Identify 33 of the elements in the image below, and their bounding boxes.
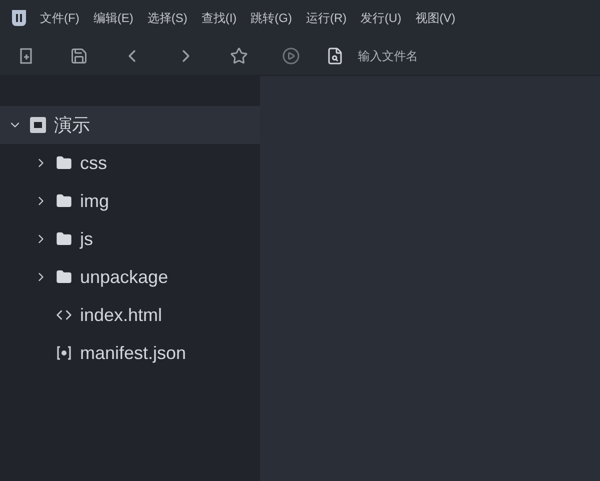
tree-item[interactable]: 演示 [0,106,260,144]
item-label: img [80,190,110,213]
tree-item[interactable]: js [0,220,260,258]
menu-item[interactable]: 视图(V) [415,9,456,27]
menu-item[interactable]: 运行(R) [306,9,347,27]
folder-icon [56,193,72,209]
item-label: js [80,228,93,251]
menu-item[interactable]: 跳转(G) [250,9,292,27]
menu-item[interactable]: 编辑(E) [93,9,134,27]
item-label: index.html [80,304,162,326]
item-label: unpackage [80,266,168,289]
project-icon [30,117,46,133]
menu-item[interactable]: 选择(S) [147,9,188,27]
folder-icon [56,231,72,247]
file-search-icon [326,46,344,64]
file-search-field[interactable]: 输入文件名 [358,46,498,64]
star-icon[interactable] [230,46,248,64]
app-logo-icon [12,10,26,26]
tree-item[interactable]: unpackage [0,258,260,296]
tree-item[interactable]: img [0,182,260,220]
tree-item[interactable]: index.html [0,296,260,334]
menu-item[interactable]: 文件(F) [40,9,80,27]
menu-item[interactable]: 查找(I) [201,9,237,27]
run-icon[interactable] [282,46,300,64]
folder-icon [56,155,72,171]
item-label: css [80,152,107,174]
tree-item[interactable]: manifest.json [0,334,260,372]
menu-item[interactable]: 发行(U) [360,9,402,27]
tree-item[interactable]: css [0,144,260,182]
folder-icon [56,269,72,285]
item-label: manifest.json [80,342,186,365]
item-label: 演示 [54,114,90,136]
save-icon[interactable] [70,46,88,64]
